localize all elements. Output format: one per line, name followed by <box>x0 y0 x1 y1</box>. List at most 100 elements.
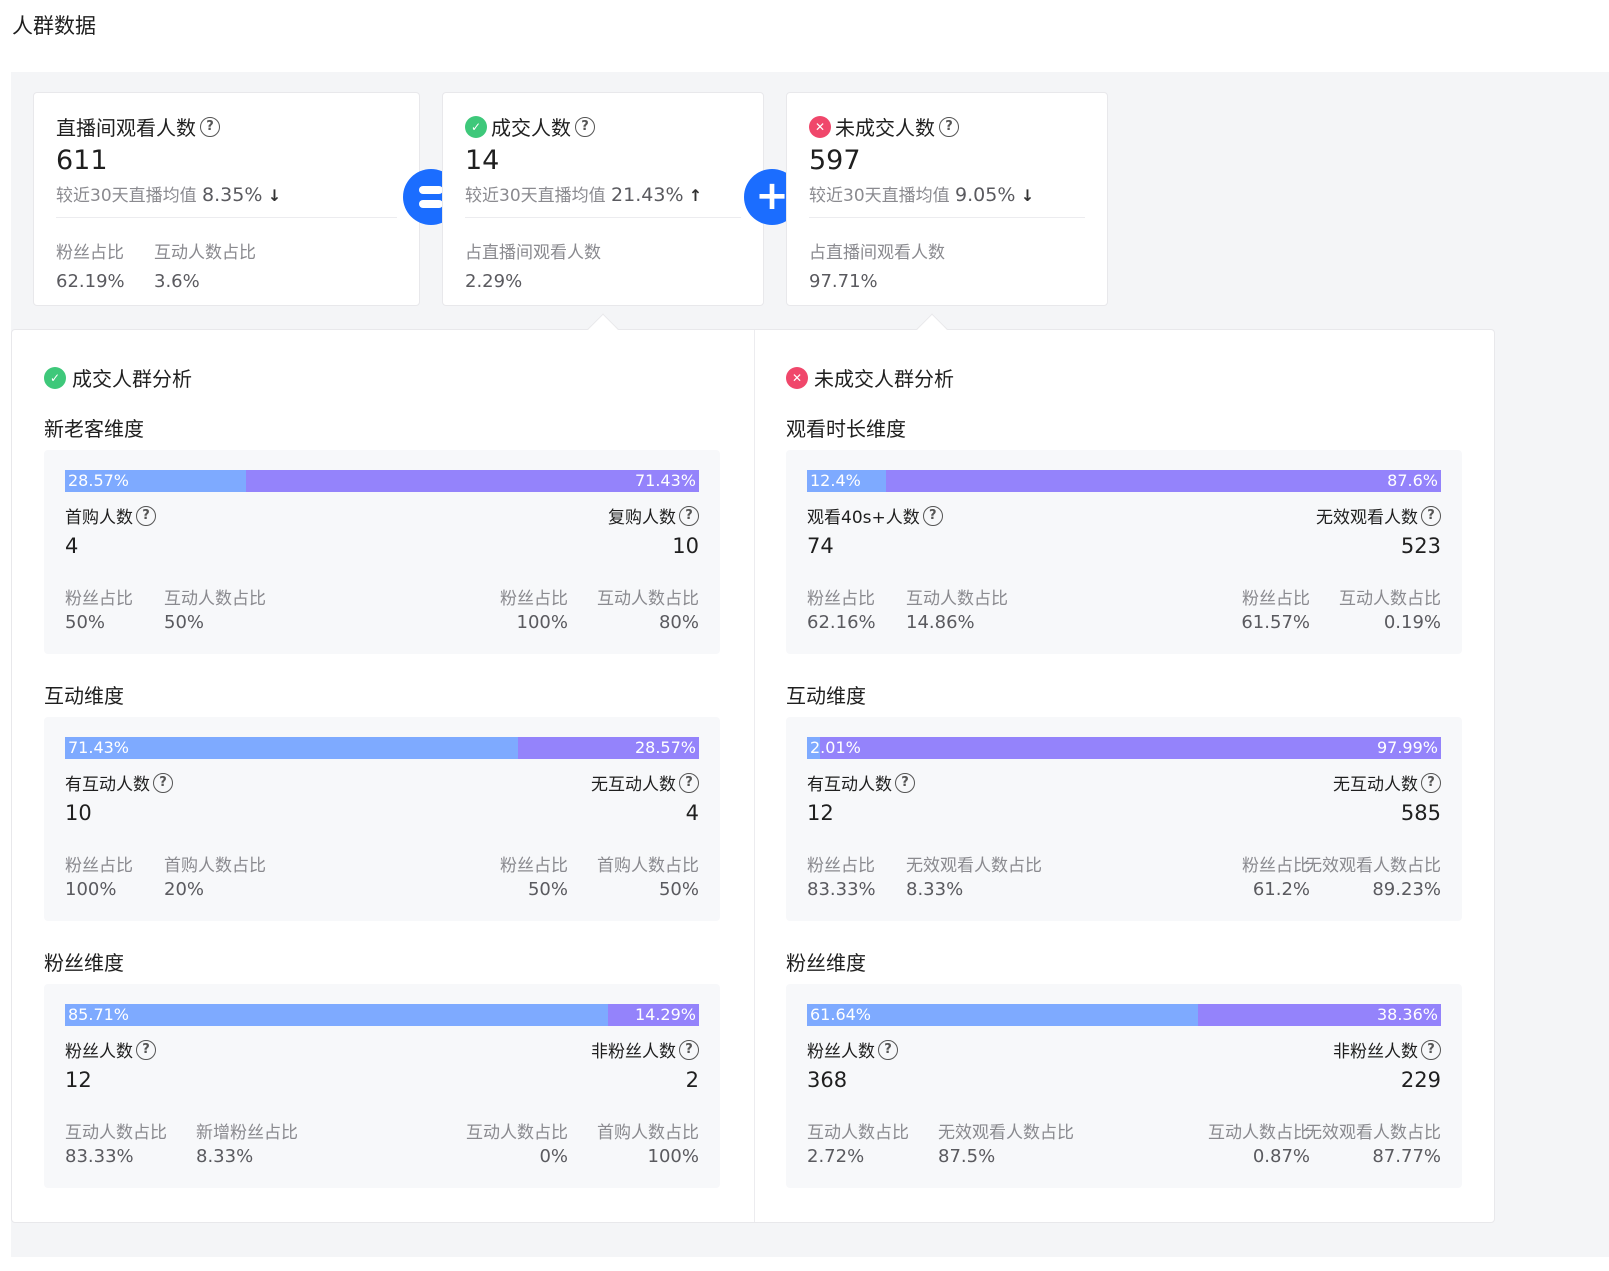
arrow-up-icon: ↑ <box>688 186 703 205</box>
dimension-card: 2.01% 97.99% 有互动人数 ? 无互动人数 ? 12 585 粉丝占比… <box>786 717 1462 921</box>
left-count: 12 <box>807 801 834 825</box>
help-icon[interactable]: ? <box>1421 505 1441 526</box>
help-icon[interactable]: ? <box>895 772 915 793</box>
bar-right-segment: 28.57% <box>517 737 699 759</box>
dimension-card: 61.64% 38.36% 粉丝人数 ? 非粉丝人数 ? 368 229 互动人… <box>786 984 1462 1188</box>
group-label-text: 无互动人数 <box>591 775 676 795</box>
help-icon[interactable]: ? <box>575 116 595 137</box>
metric-label: 无效观看人数占比 <box>938 1123 1074 1143</box>
metric-label: 粉丝占比 <box>1242 589 1310 609</box>
right-count: 585 <box>1400 801 1441 825</box>
arrow-down-icon: ↓ <box>267 186 282 205</box>
metric-label: 互动人数占比 <box>1208 1123 1310 1143</box>
left-group-label: 观看40s+人数 ? <box>807 503 943 528</box>
help-icon[interactable]: ? <box>922 505 943 526</box>
metric-value: 0.87% <box>1252 1146 1310 1167</box>
watch-interact-ratio: 互动人数占比 3.6% <box>154 238 256 292</box>
group-label-text: 无互动人数 <box>1333 775 1418 795</box>
help-icon[interactable]: ? <box>939 116 959 137</box>
left-count: 4 <box>65 534 79 558</box>
metric-value: 97.71% <box>809 271 878 292</box>
group-label-text: 粉丝人数 <box>65 1042 133 1062</box>
watch-fans-ratio: 粉丝占比 62.19% <box>56 238 125 292</box>
metric-label: 粉丝占比 <box>65 589 133 609</box>
nodeal-share: 占直播间观看人数 97.71% <box>809 238 945 292</box>
metric-label: 首购人数占比 <box>597 856 699 876</box>
group-label-text: 非粉丝人数 <box>591 1042 676 1062</box>
right-count: 10 <box>672 534 699 558</box>
ratio-bar: 2.01% 97.99% <box>807 737 1441 759</box>
metric-label: 占直播间观看人数 <box>809 243 945 263</box>
bar-left-segment: 12.4% <box>807 470 886 492</box>
ratio-bar: 28.57% 71.43% <box>65 470 699 492</box>
dimension-card: 85.71% 14.29% 粉丝人数 ? 非粉丝人数 ? 12 2 互动人数占比… <box>44 984 720 1188</box>
help-icon[interactable]: ? <box>679 505 699 526</box>
metric-value: 3.6% <box>154 271 200 292</box>
help-icon[interactable]: ? <box>136 1039 156 1060</box>
metric-label: 粉丝占比 <box>65 856 133 876</box>
deal-title-label: 成交人数 <box>491 116 571 140</box>
help-icon[interactable]: ? <box>136 505 156 526</box>
nodeal-card[interactable]: ✕ 未成交人数 ? 597 较近30天直播均值 9.05% ↓ 占直播间观看人数… <box>786 92 1108 306</box>
compare-label: 较近30天直播均值 <box>465 186 606 206</box>
bar-left-segment: 61.64% <box>807 1004 1198 1026</box>
metric-value: 50% <box>658 879 699 900</box>
deal-badge-icon: ✓ <box>44 366 66 389</box>
metric-label: 无效观看人数占比 <box>1305 856 1441 876</box>
metric-value: 0% <box>539 1146 568 1167</box>
help-icon[interactable]: ? <box>1421 772 1441 793</box>
metric-value: 100% <box>65 879 117 900</box>
right-group-label: 无效观看人数 ? <box>1316 503 1441 528</box>
metric-value: 80% <box>658 612 699 633</box>
help-icon[interactable]: ? <box>1421 1039 1441 1060</box>
metric-label: 粉丝占比 <box>500 589 568 609</box>
metric-value: 83.33% <box>807 879 876 900</box>
help-icon[interactable]: ? <box>878 1039 898 1060</box>
metric-label: 首购人数占比 <box>597 1123 699 1143</box>
help-icon[interactable]: ? <box>153 772 173 793</box>
nodeal-analysis-title: ✕ 未成交人群分析 <box>786 363 954 392</box>
column-divider <box>754 330 755 1222</box>
metric-label: 新增粉丝占比 <box>196 1123 298 1143</box>
watch-title: 直播间观看人数 ? <box>56 112 220 141</box>
left-count: 368 <box>807 1068 848 1092</box>
compare-pct: 9.05% <box>955 184 1016 206</box>
metric-label: 互动人数占比 <box>65 1123 167 1143</box>
deal-badge-icon: ✓ <box>465 115 487 138</box>
left-group-label: 粉丝人数 ? <box>65 1037 156 1062</box>
metric-value: 2.72% <box>807 1146 865 1167</box>
deal-title: ✓ 成交人数 ? <box>465 112 595 141</box>
deal-card[interactable]: ✓ 成交人数 ? 14 较近30天直播均值 21.43% ↑ 占直播间观看人数 … <box>442 92 764 306</box>
help-icon[interactable]: ? <box>200 116 220 137</box>
ratio-bar: 85.71% 14.29% <box>65 1004 699 1026</box>
watch-card: 直播间观看人数 ? 611 较近30天直播均值 8.35% ↓ 粉丝占比 62.… <box>33 92 420 306</box>
metric-value: 8.33% <box>196 1146 254 1167</box>
page-title: 人群数据 <box>12 14 96 38</box>
left-group-label: 首购人数 ? <box>65 503 156 528</box>
metric-value: 87.5% <box>938 1146 996 1167</box>
bar-left-segment: 85.71% <box>65 1004 609 1026</box>
dimension-title: 互动维度 <box>44 684 124 708</box>
metric-value: 50% <box>527 879 568 900</box>
group-label-text: 无效观看人数 <box>1316 508 1418 528</box>
dimension-title: 粉丝维度 <box>786 951 866 975</box>
metric-label: 粉丝占比 <box>56 243 124 263</box>
metric-label: 互动人数占比 <box>1339 589 1441 609</box>
metric-label: 粉丝占比 <box>807 589 875 609</box>
dimension-card: 71.43% 28.57% 有互动人数 ? 无互动人数 ? 10 4 粉丝占比 … <box>44 717 720 921</box>
metric-value: 100% <box>516 612 568 633</box>
compare-label: 较近30天直播均值 <box>809 186 950 206</box>
watch-value: 611 <box>56 145 108 176</box>
deal-share: 占直播间观看人数 2.29% <box>465 238 601 292</box>
left-group-label: 有互动人数 ? <box>807 770 915 795</box>
metric-value: 61.2% <box>1252 879 1310 900</box>
metric-label: 互动人数占比 <box>466 1123 568 1143</box>
ratio-bar: 61.64% 38.36% <box>807 1004 1441 1026</box>
right-group-label: 非粉丝人数 ? <box>591 1037 699 1062</box>
bar-right-segment: 97.99% <box>819 737 1441 759</box>
help-icon[interactable]: ? <box>679 1039 699 1060</box>
group-label-text: 观看40s+人数 <box>807 508 920 528</box>
right-count: 4 <box>685 801 699 825</box>
help-icon[interactable]: ? <box>679 772 699 793</box>
ratio-bar: 71.43% 28.57% <box>65 737 699 759</box>
